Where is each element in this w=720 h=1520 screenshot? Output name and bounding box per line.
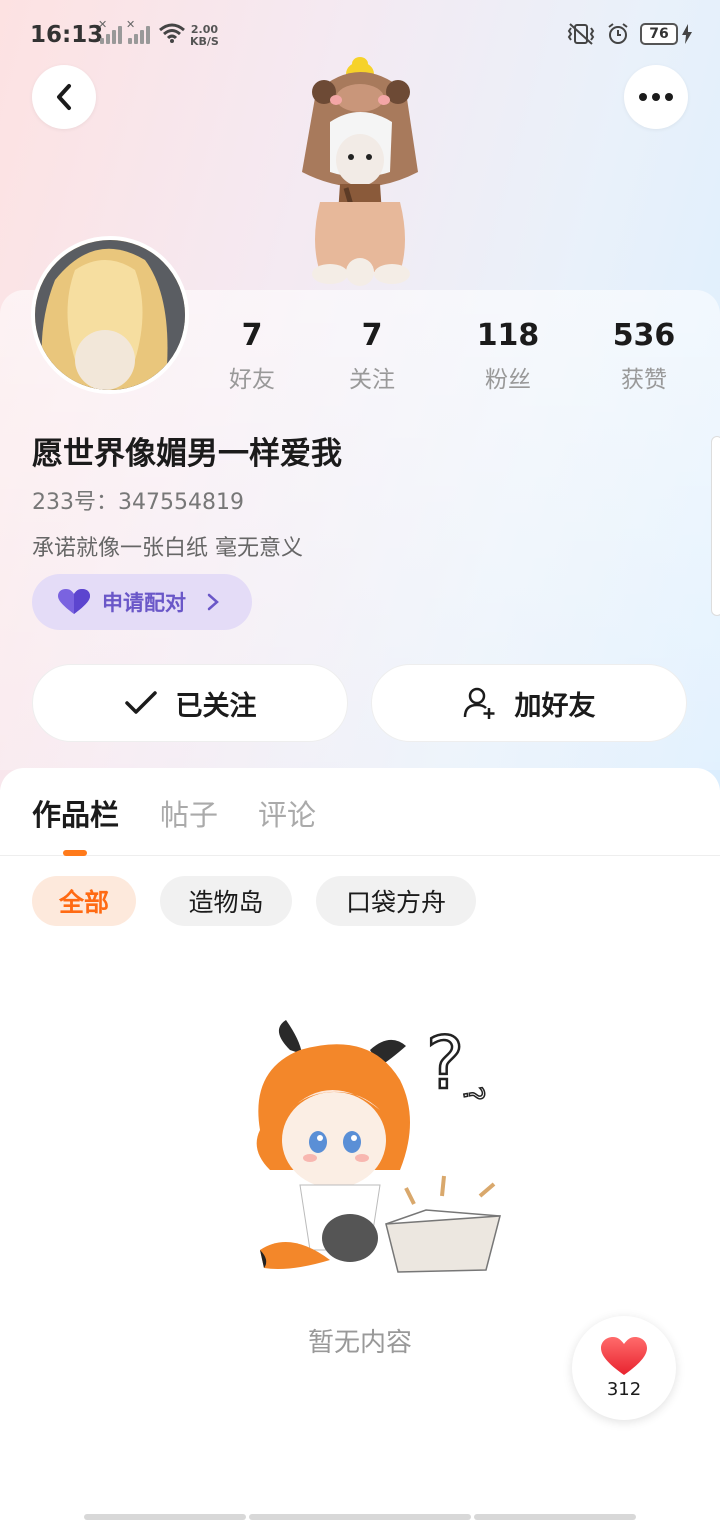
stat-following[interactable]: 7 关注 (312, 316, 432, 394)
following-label: 已关注 (175, 690, 257, 722)
tab-indicator (63, 850, 87, 856)
heart-icon (58, 589, 90, 614)
like-count: 312 (606, 1378, 642, 1400)
profile-stats: 7 好友 7 关注 118 粉丝 536 获赞 (0, 316, 720, 396)
vibrate-icon (567, 23, 595, 45)
heart-icon (601, 1336, 647, 1375)
empty-state-illustration: ? ? (256, 1020, 501, 1273)
side-drawer-handle[interactable] (711, 436, 720, 616)
user-id: 233号：347554819 (32, 490, 244, 515)
match-label: 申请配对 (102, 591, 186, 615)
nav-indicator-segment (249, 1514, 471, 1520)
tab-comments[interactable]: 评论 (258, 792, 316, 834)
check-icon (124, 691, 157, 714)
stat-likes[interactable]: 536 获赞 (584, 316, 704, 394)
filter-chip-creation-island[interactable]: 造物岛 (160, 876, 292, 926)
tab-posts[interactable]: 帖子 (160, 792, 218, 834)
following-button[interactable]: 已关注 (32, 664, 348, 742)
filter-chip-all[interactable]: 全部 (32, 876, 136, 926)
nav-indicator-segment (84, 1514, 246, 1520)
wifi-icon (159, 23, 185, 43)
bio: 承诺就像一张白纸 毫无意义 (32, 536, 303, 561)
status-right: 76 (566, 22, 692, 46)
like-floating-button[interactable]: 312 (572, 1316, 676, 1420)
tab-works[interactable]: 作品栏 (32, 792, 119, 834)
match-request-button[interactable]: 申请配对 (32, 574, 252, 630)
avatar-figure-illustration (302, 57, 418, 286)
add-friend-button[interactable]: 加好友 (371, 664, 687, 742)
content-tabs: 作品栏 帖子 评论 (0, 788, 720, 856)
back-button[interactable] (32, 65, 96, 129)
charging-icon (682, 24, 692, 44)
alarm-icon (608, 23, 628, 44)
stat-fans[interactable]: 118 粉丝 (448, 316, 568, 394)
nav-indicator-segment (474, 1514, 636, 1520)
battery-indicator: 76 (640, 23, 678, 45)
add-user-icon (463, 687, 494, 719)
add-friend-label: 加好友 (514, 690, 596, 722)
status-time: 16:13 (30, 22, 104, 48)
signal-icon: ✕ (98, 18, 122, 44)
chevron-right-icon (207, 593, 219, 611)
stat-friends[interactable]: 7 好友 (192, 316, 312, 394)
signal-icon: ✕ (126, 18, 150, 44)
signal-icons: ✕ ✕ (98, 18, 186, 44)
more-dots-icon (639, 93, 673, 101)
filter-chip-pocket-ark[interactable]: 口袋方舟 (316, 876, 476, 926)
more-button[interactable] (624, 65, 688, 129)
net-speed: 2.00 KB/S (190, 23, 219, 48)
chevron-left-icon (57, 84, 71, 110)
nickname: 愿世界像媚男一样爱我 (32, 436, 342, 472)
